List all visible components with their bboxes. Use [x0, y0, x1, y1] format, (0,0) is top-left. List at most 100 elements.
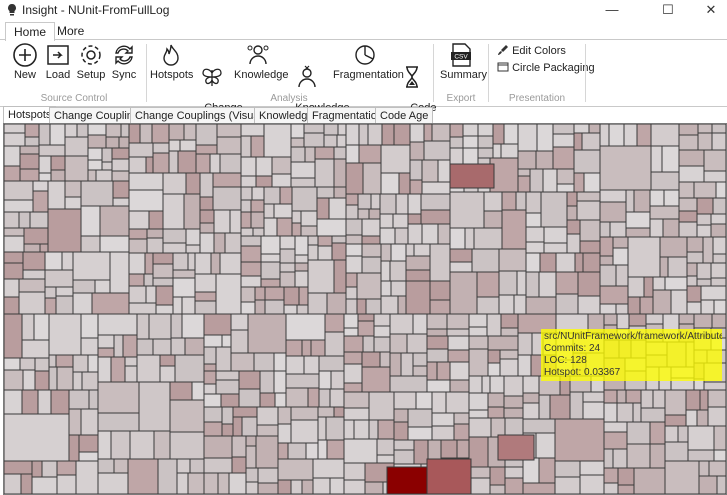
treemap-cell[interactable]	[616, 389, 627, 404]
load-button[interactable]: Load	[42, 42, 74, 81]
treemap-cell[interactable]	[105, 136, 120, 149]
treemap-cell[interactable]	[503, 124, 519, 145]
treemap-cell[interactable]	[576, 191, 601, 202]
treemap-cell[interactable]	[148, 210, 164, 230]
treemap-cell[interactable]	[328, 197, 347, 220]
treemap-cell[interactable]	[276, 217, 293, 237]
treemap-cell[interactable]	[24, 124, 40, 138]
treemap-cell[interactable]	[353, 419, 370, 440]
treemap-cell[interactable]	[686, 236, 704, 253]
treemap-cell[interactable]	[707, 389, 726, 408]
treemap-cell[interactable]	[21, 313, 35, 341]
treemap-cell[interactable]	[599, 255, 614, 266]
treemap-cell[interactable]	[549, 394, 571, 420]
treemap-cell[interactable]	[393, 449, 415, 465]
treemap-cell[interactable]	[650, 171, 680, 191]
treemap-cell[interactable]	[316, 186, 335, 199]
treemap-cell[interactable]	[31, 460, 43, 478]
treemap-cell[interactable]	[18, 211, 31, 229]
treemap-cell[interactable]	[318, 370, 332, 390]
treemap-cell[interactable]	[696, 278, 712, 287]
treemap-cell[interactable]	[203, 435, 233, 459]
treemap-cell[interactable]	[517, 124, 538, 152]
treemap-cell[interactable]	[317, 245, 333, 261]
treemap-cell[interactable]	[185, 228, 201, 246]
treemap-cell[interactable]	[476, 296, 500, 315]
treemap-cell[interactable]	[380, 260, 391, 282]
treemap-cell[interactable]	[97, 313, 138, 336]
treemap-cell[interactable]	[138, 381, 171, 432]
treemap-cell[interactable]	[294, 262, 309, 272]
treemap-cell[interactable]	[582, 401, 605, 420]
treemap-cell[interactable]	[603, 389, 618, 404]
treemap-cell[interactable]	[343, 313, 359, 329]
treemap-cell[interactable]	[307, 387, 320, 408]
treemap-cell[interactable]	[652, 276, 666, 291]
treemap-cell[interactable]	[703, 381, 726, 391]
treemap-cell[interactable]	[413, 439, 429, 465]
treemap-cell[interactable]	[477, 147, 494, 159]
treemap-cell[interactable]	[336, 134, 347, 148]
treemap-cell[interactable]	[38, 172, 52, 182]
treemap-cell[interactable]	[390, 243, 407, 262]
treemap-cell[interactable]	[88, 389, 99, 410]
treemap-cell[interactable]	[155, 304, 174, 315]
treemap-cell[interactable]	[78, 451, 99, 462]
treemap-cell[interactable]	[56, 474, 77, 494]
treemap-cell[interactable]	[216, 136, 242, 155]
treemap-cell[interactable]	[181, 296, 196, 315]
treemap-cell[interactable]	[696, 224, 712, 238]
treemap-cell[interactable]	[48, 366, 58, 391]
treemap-cell[interactable]	[599, 303, 617, 315]
treemap-cell[interactable]	[515, 191, 527, 211]
treemap-cell[interactable]	[702, 236, 714, 264]
treemap-cell[interactable]	[152, 263, 174, 279]
treemap-cell[interactable]	[331, 235, 347, 244]
treemap-cell[interactable]	[254, 286, 266, 301]
treemap-cell[interactable]	[4, 369, 24, 391]
treemap-cell[interactable]	[462, 147, 479, 167]
treemap-cell[interactable]	[687, 425, 715, 451]
treemap-cell[interactable]	[110, 430, 131, 460]
treemap-cell[interactable]	[203, 406, 223, 423]
treemap-cell[interactable]	[429, 280, 451, 301]
treemap-cell[interactable]	[64, 196, 82, 210]
treemap-cell[interactable]	[446, 313, 470, 330]
treemap-cell[interactable]	[323, 134, 338, 148]
treemap-cell[interactable]	[221, 406, 234, 425]
treemap-cell[interactable]	[304, 146, 316, 163]
treemap-cell[interactable]	[317, 235, 333, 247]
treemap-cell[interactable]	[573, 149, 601, 174]
treemap-cell[interactable]	[37, 389, 52, 415]
treemap-cell[interactable]	[41, 460, 58, 478]
treemap-cell[interactable]	[579, 460, 605, 476]
treemap-cell[interactable]	[228, 472, 247, 494]
treemap-cell[interactable]	[307, 292, 328, 315]
treemap-cell[interactable]	[380, 243, 392, 262]
treemap-cell[interactable]	[136, 338, 154, 356]
treemap-cell[interactable]	[554, 476, 581, 494]
treemap-cell[interactable]	[497, 434, 535, 461]
treemap-cell[interactable]	[678, 134, 699, 151]
treemap-cell[interactable]	[379, 193, 397, 215]
treemap-cell[interactable]	[703, 149, 726, 172]
treemap-cell[interactable]	[22, 251, 46, 271]
treemap-cell[interactable]	[517, 332, 533, 356]
treemap-cell[interactable]	[303, 124, 325, 134]
treemap-cell[interactable]	[285, 313, 326, 341]
treemap-cell[interactable]	[111, 170, 130, 182]
treemap-cell[interactable]	[356, 298, 367, 315]
treemap-cell[interactable]	[405, 269, 431, 282]
treemap-cell[interactable]	[525, 296, 557, 315]
treemap-cell[interactable]	[303, 355, 320, 375]
treemap-cell[interactable]	[194, 252, 212, 275]
treemap-cell[interactable]	[203, 346, 217, 365]
treemap-cell[interactable]	[608, 124, 625, 147]
treemap-cell[interactable]	[678, 210, 698, 223]
treemap-cell[interactable]	[468, 348, 489, 377]
treemap-cell[interactable]	[87, 134, 107, 149]
treemap-cell[interactable]	[32, 190, 49, 213]
treemap-svg[interactable]	[4, 124, 726, 494]
treemap-cell[interactable]	[220, 393, 240, 408]
treemap-cell[interactable]	[263, 186, 281, 205]
